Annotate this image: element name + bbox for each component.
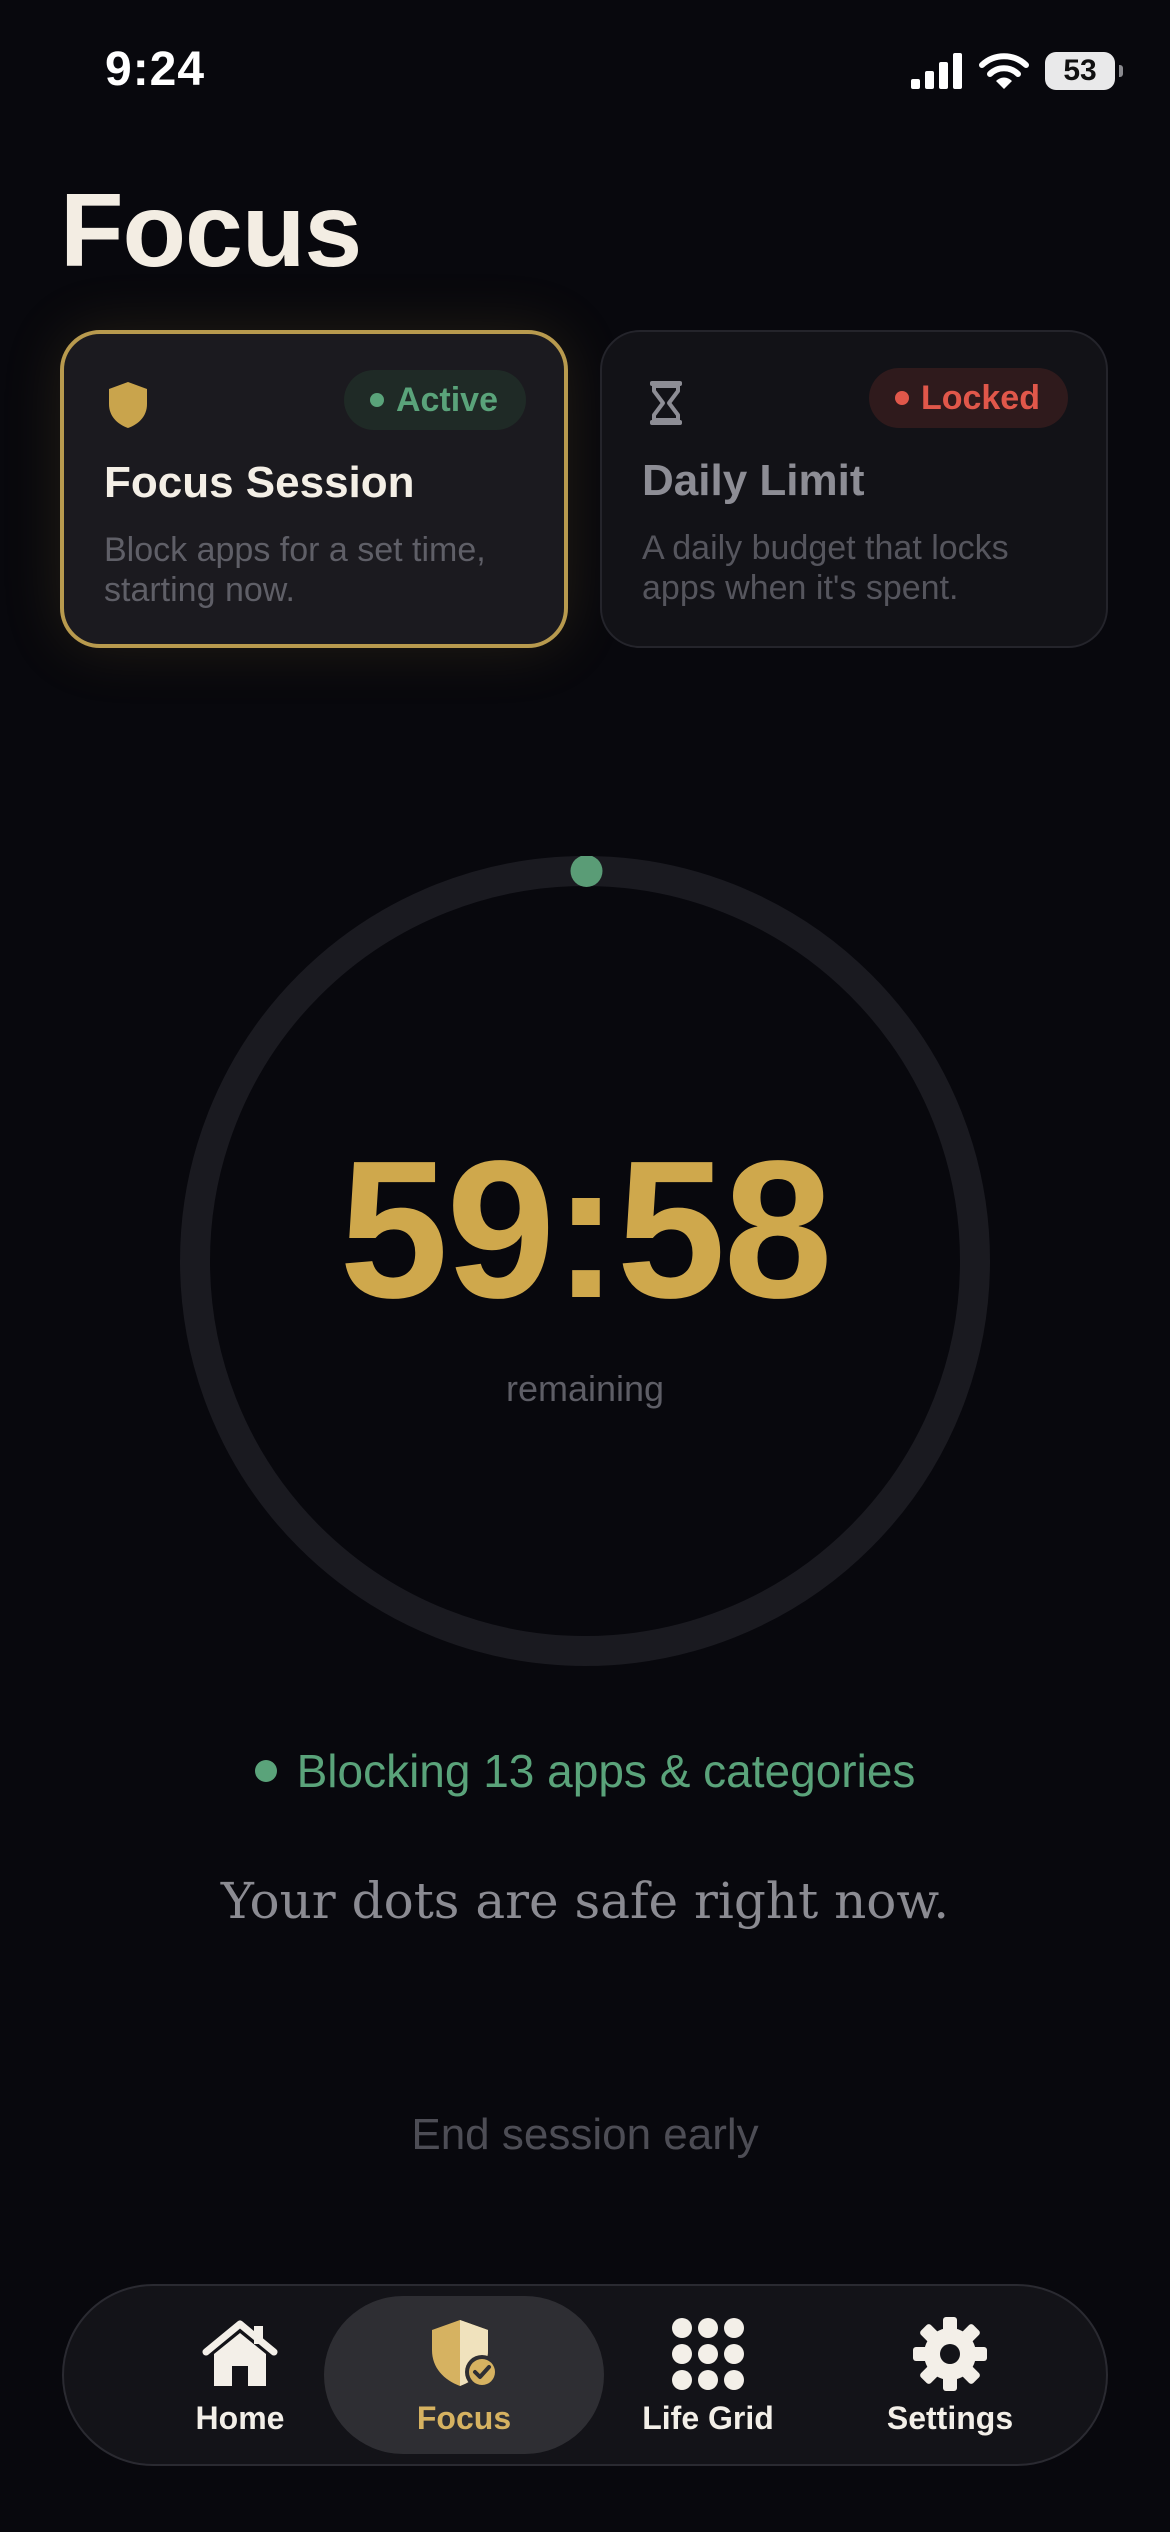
timer-label: remaining: [505, 1368, 665, 1409]
blocking-text: Blocking 13 apps & categories: [296, 1745, 916, 1797]
card-description: Block apps for a set time, starting now.: [104, 531, 486, 609]
shield-icon: [109, 382, 147, 428]
safe-message: Your dots are safe right now.: [220, 1872, 950, 1930]
tab-focus[interactable]: Focus: [324, 2296, 604, 2454]
home-icon: [202, 2320, 278, 2386]
status-badge-active: Active: [343, 370, 526, 430]
shield-check-icon: [432, 2319, 499, 2389]
tab-label: Settings: [886, 2399, 1014, 2436]
tab-settings[interactable]: Settings: [810, 2296, 1090, 2454]
battery-level: 53: [1063, 54, 1097, 87]
gear-icon: [913, 2316, 987, 2391]
cellular-signal-icon: [911, 53, 962, 89]
card-title: Focus Session: [104, 458, 415, 507]
status-time: 9:24: [105, 43, 206, 96]
tab-label: Life Grid: [642, 2399, 774, 2436]
wifi-icon: [979, 53, 1029, 89]
daily-limit-card[interactable]: Locked Daily Limit A daily budget that l…: [600, 330, 1108, 648]
blocking-status: Blocking 13 apps & categories: [0, 1744, 1170, 1798]
status-badge-locked: Locked: [868, 368, 1068, 428]
blocking-dot: [254, 1760, 277, 1782]
badge-label: Active: [395, 380, 498, 419]
grid-dots-icon: [672, 2317, 744, 2390]
badge-label: Locked: [920, 378, 1040, 417]
status-bar: 9:24 53: [0, 0, 1170, 150]
hourglass-icon: [650, 381, 682, 425]
status-dot: [369, 393, 384, 407]
tab-life-grid[interactable]: Life Grid: [568, 2296, 848, 2454]
focus-session-card[interactable]: Active Focus Session Block apps for a se…: [60, 330, 568, 648]
tab-label: Home: [195, 2399, 285, 2436]
page-title: Focus: [60, 173, 362, 289]
timer-progress-knob: [570, 856, 603, 887]
card-title: Daily Limit: [642, 456, 865, 505]
timer-countdown: 59:58: [339, 1120, 832, 1339]
status-icons: 53: [911, 52, 1123, 90]
battery-icon: 53: [1045, 52, 1123, 90]
tab-label: Focus: [416, 2399, 512, 2436]
card-description: A daily budget that locks apps when it's…: [642, 529, 1009, 607]
tab-bar: Home Focus Life Grid Settings: [62, 2284, 1108, 2466]
status-dot: [894, 391, 909, 405]
end-session-early-button[interactable]: End session early: [335, 2100, 835, 2170]
